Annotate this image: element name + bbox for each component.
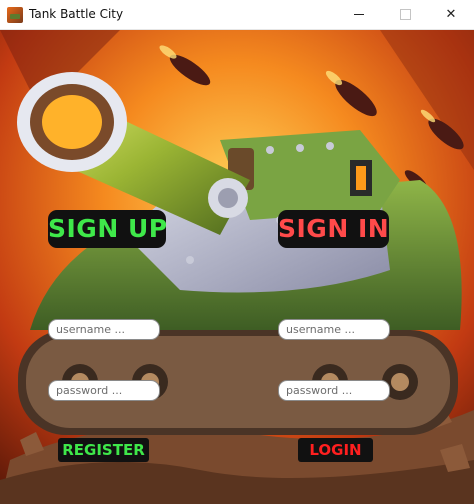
window-titlebar: Tank Battle City ✕ bbox=[0, 0, 474, 30]
sign-up-heading: SIGN UP bbox=[48, 210, 167, 248]
tank-app-icon bbox=[7, 7, 23, 23]
signin-username-input[interactable] bbox=[278, 319, 390, 340]
signup-password-input[interactable] bbox=[48, 380, 160, 401]
signup-username-input[interactable] bbox=[48, 319, 160, 340]
register-button[interactable]: REGISTER bbox=[58, 438, 149, 462]
maximize-icon[interactable] bbox=[382, 0, 428, 30]
sign-in-heading: SIGN IN bbox=[278, 210, 389, 248]
close-icon[interactable]: ✕ bbox=[428, 0, 474, 30]
minimize-icon[interactable] bbox=[336, 0, 382, 30]
window-title: Tank Battle City bbox=[29, 7, 124, 21]
login-button[interactable]: LOGIN bbox=[298, 438, 373, 462]
signin-password-input[interactable] bbox=[278, 380, 390, 401]
battle-background bbox=[0, 30, 474, 504]
tank-artwork bbox=[0, 30, 474, 504]
